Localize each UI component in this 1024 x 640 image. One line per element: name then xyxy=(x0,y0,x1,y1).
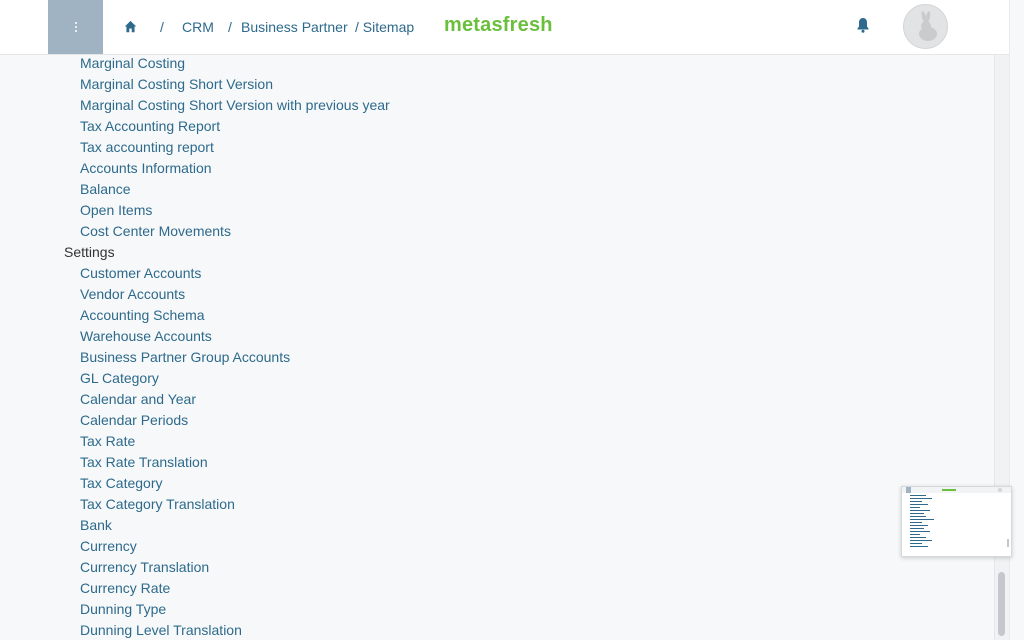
top-header: / CRM / Business Partner / Sitemap metas… xyxy=(0,0,1009,55)
breadcrumb-separator: / xyxy=(228,19,232,35)
page-minimap[interactable] xyxy=(901,486,1012,557)
section-title-settings: Settings xyxy=(64,244,115,260)
sitemap-link[interactable]: Marginal Costing Short Version with prev… xyxy=(80,97,390,113)
sitemap-link[interactable]: Tax Accounting Report xyxy=(80,118,220,134)
scrollbar-thumb[interactable] xyxy=(998,572,1005,636)
sitemap-link[interactable]: Customer Accounts xyxy=(80,265,201,281)
sitemap-link[interactable]: Calendar Periods xyxy=(80,412,188,428)
sitemap-link[interactable]: Tax Category Translation xyxy=(80,496,235,512)
breadcrumb-crm[interactable]: CRM xyxy=(182,19,214,35)
rabbit-avatar-icon xyxy=(919,11,937,41)
metasfresh-logo[interactable]: metasfresh xyxy=(444,14,553,37)
sitemap-link[interactable]: Calendar and Year xyxy=(80,391,196,407)
sitemap-link[interactable]: Currency Translation xyxy=(80,559,209,575)
breadcrumb-sitemap[interactable]: / Sitemap xyxy=(355,19,414,35)
sitemap-link[interactable]: Accounting Schema xyxy=(80,307,205,323)
home-icon[interactable] xyxy=(124,20,137,33)
sitemap-content: Marginal Costing Marginal Costing Short … xyxy=(0,55,994,640)
menu-dots-icon xyxy=(74,22,77,32)
sitemap-link[interactable]: Accounts Information xyxy=(80,160,212,176)
sitemap-link[interactable]: Tax Rate xyxy=(80,433,135,449)
breadcrumb-business-partner[interactable]: Business Partner xyxy=(241,19,348,35)
sitemap-link[interactable]: Currency xyxy=(80,538,137,554)
sitemap-link[interactable]: Currency Rate xyxy=(80,580,170,596)
sitemap-link[interactable]: Bank xyxy=(80,517,112,533)
sitemap-link[interactable]: Balance xyxy=(80,181,131,197)
breadcrumb-separator: / xyxy=(160,19,164,35)
sitemap-link[interactable]: Warehouse Accounts xyxy=(80,328,212,344)
sitemap-link[interactable]: Vendor Accounts xyxy=(80,286,185,302)
sitemap-link[interactable]: Dunning Level Translation xyxy=(80,622,242,638)
avatar[interactable] xyxy=(903,4,948,49)
sitemap-link[interactable]: Dunning Type xyxy=(80,601,166,617)
sitemap-link[interactable]: Open Items xyxy=(80,202,152,218)
sitemap-link[interactable]: GL Category xyxy=(80,370,159,386)
sitemap-link[interactable]: Tax Category xyxy=(80,475,162,491)
bell-icon[interactable] xyxy=(856,17,870,33)
sitemap-link[interactable]: Marginal Costing Short Version xyxy=(80,76,273,92)
sitemap-link[interactable]: Business Partner Group Accounts xyxy=(80,349,290,365)
sitemap-link[interactable]: Tax Rate Translation xyxy=(80,454,208,470)
sitemap-link[interactable]: Tax accounting report xyxy=(80,139,214,155)
minimap-preview xyxy=(902,487,1011,547)
menu-button[interactable] xyxy=(48,0,103,54)
sitemap-link[interactable]: Cost Center Movements xyxy=(80,223,231,239)
sitemap-link[interactable]: Marginal Costing xyxy=(80,55,185,71)
